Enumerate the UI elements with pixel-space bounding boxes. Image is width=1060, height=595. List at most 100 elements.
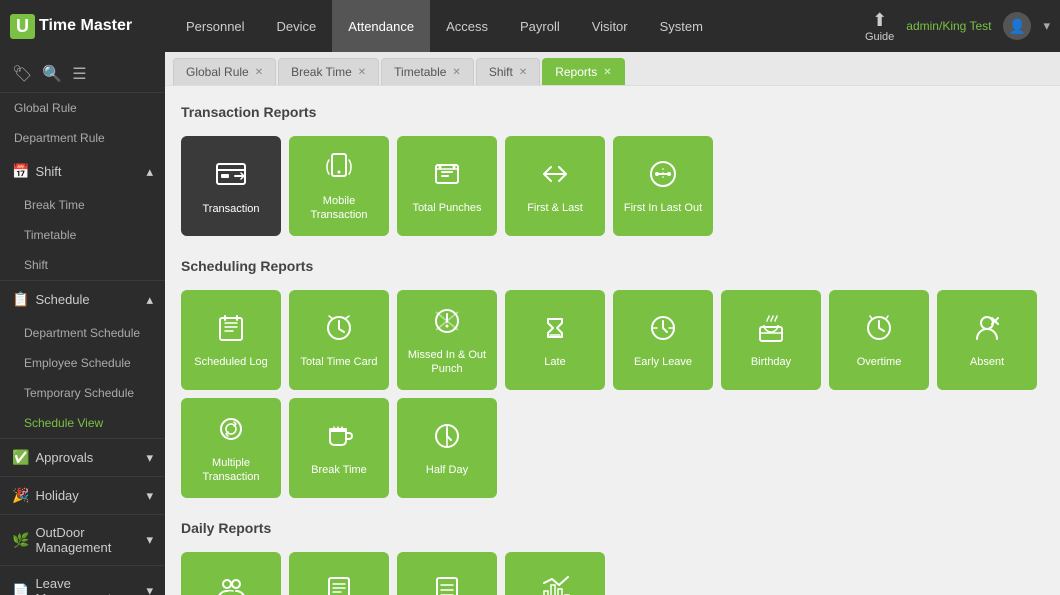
- card-multiple-transaction-label: Multiple Transaction: [189, 457, 273, 483]
- tab-timetable-close[interactable]: ✕: [452, 67, 460, 78]
- card-break-time[interactable]: Break Time: [289, 398, 389, 498]
- nav-right: ⬆ Guide admin/King Test 👤 ▾: [865, 10, 1050, 43]
- total-time-card-icon: [322, 311, 356, 350]
- guide-button[interactable]: ⬆ Guide: [865, 10, 894, 43]
- tabs-bar: Global Rule ✕ Break Time ✕ Timetable ✕ S…: [165, 52, 1060, 86]
- tab-reports[interactable]: Reports ✕: [542, 58, 624, 85]
- card-missed-in-out-label: Missed In & Out Punch: [405, 349, 489, 375]
- daily-cards-grid: Daily Attendance Daily Details: [181, 552, 1044, 595]
- sidebar-item-schedule-view[interactable]: Schedule View: [0, 408, 165, 438]
- sidebar-item-shift[interactable]: Shift: [0, 250, 165, 280]
- menu-icon[interactable]: ☰: [72, 64, 86, 84]
- sidebar-section-leave: 📄 Leave Management ▾: [0, 566, 165, 595]
- tab-global-rule[interactable]: Global Rule ✕: [173, 58, 276, 85]
- tab-break-time-close[interactable]: ✕: [358, 67, 366, 78]
- daily-details-icon: [322, 573, 356, 595]
- card-total-punches[interactable]: Total Punches: [397, 136, 497, 236]
- holiday-label: Holiday: [35, 488, 146, 503]
- nav-system[interactable]: System: [644, 0, 719, 52]
- nav-personnel[interactable]: Personnel: [170, 0, 261, 52]
- shift-arrow: ▴: [146, 164, 153, 180]
- nav-device[interactable]: Device: [261, 0, 333, 52]
- first-last-icon: [538, 157, 572, 196]
- card-birthday-label: Birthday: [751, 356, 791, 369]
- sidebar-item-department-rule[interactable]: Department Rule: [0, 123, 165, 153]
- card-multiple-transaction[interactable]: Multiple Transaction: [181, 398, 281, 498]
- schedule-icon: 📋: [12, 291, 29, 308]
- card-half-day[interactable]: Half Day: [397, 398, 497, 498]
- sidebar-top-icons: 🏷 🔍 ☰: [0, 56, 165, 93]
- sidebar-header-shift[interactable]: 📅 Shift ▴: [0, 153, 165, 190]
- card-scheduled-log-label: Scheduled Log: [194, 356, 267, 369]
- user-avatar[interactable]: 👤: [1003, 12, 1031, 40]
- sidebar-header-outdoor[interactable]: 🌿 OutDoor Management ▾: [0, 515, 165, 565]
- sidebar-item-temp-schedule[interactable]: Temporary Schedule: [0, 378, 165, 408]
- nav-attendance[interactable]: Attendance: [332, 0, 430, 52]
- card-missed-in-out[interactable]: Missed In & Out Punch: [397, 290, 497, 390]
- sidebar-section-approvals: ✅ Approvals ▾: [0, 439, 165, 477]
- schedule-label: Schedule: [35, 292, 146, 307]
- user-info[interactable]: admin/King Test: [906, 19, 991, 33]
- late-icon: [538, 311, 572, 350]
- sidebar-section-outdoor: 🌿 OutDoor Management ▾: [0, 515, 165, 566]
- card-first-last-label: First & Last: [527, 202, 583, 215]
- sidebar-item-break-time[interactable]: Break Time: [0, 190, 165, 220]
- leave-arrow: ▾: [146, 583, 153, 595]
- tab-shift-close[interactable]: ✕: [519, 67, 527, 78]
- card-mobile-transaction[interactable]: Mobile Transaction: [289, 136, 389, 236]
- daily-attendance-icon: [214, 573, 248, 595]
- logo[interactable]: U Time Master: [10, 14, 150, 39]
- sidebar-header-leave[interactable]: 📄 Leave Management ▾: [0, 566, 165, 595]
- leave-label: Leave Management: [35, 576, 146, 595]
- tab-break-time[interactable]: Break Time ✕: [278, 58, 379, 85]
- tab-reports-label: Reports: [555, 65, 597, 79]
- scheduled-log-icon: [214, 311, 248, 350]
- sidebar-item-dept-schedule[interactable]: Department Schedule: [0, 318, 165, 348]
- tab-timetable[interactable]: Timetable ✕: [381, 58, 474, 85]
- tab-break-time-label: Break Time: [291, 65, 352, 79]
- card-daily-details[interactable]: Daily Details: [289, 552, 389, 595]
- search-icon[interactable]: 🔍: [42, 64, 62, 84]
- card-overtime[interactable]: Overtime: [829, 290, 929, 390]
- nav-visitor[interactable]: Visitor: [576, 0, 644, 52]
- sidebar-header-approvals[interactable]: ✅ Approvals ▾: [0, 439, 165, 476]
- card-first-last[interactable]: First & Last: [505, 136, 605, 236]
- nav-payroll[interactable]: Payroll: [504, 0, 576, 52]
- card-daily-status[interactable]: Daily Status: [505, 552, 605, 595]
- reports-content: Transaction Reports Transaction: [165, 86, 1060, 595]
- card-transaction[interactable]: Transaction: [181, 136, 281, 236]
- daily-summary-icon: [430, 573, 464, 595]
- dropdown-arrow[interactable]: ▾: [1043, 18, 1050, 34]
- card-absent[interactable]: Absent: [937, 290, 1037, 390]
- layout: 🏷 🔍 ☰ Global Rule Department Rule 📅 Shif…: [0, 52, 1060, 595]
- tab-shift-label: Shift: [489, 65, 513, 79]
- card-late[interactable]: Late: [505, 290, 605, 390]
- sidebar-item-timetable[interactable]: Timetable: [0, 220, 165, 250]
- sidebar-item-global-rule[interactable]: Global Rule: [0, 93, 165, 123]
- card-total-time-card[interactable]: Total Time Card: [289, 290, 389, 390]
- sidebar-header-schedule[interactable]: 📋 Schedule ▴: [0, 281, 165, 318]
- sidebar-header-holiday[interactable]: 🎉 Holiday ▾: [0, 477, 165, 514]
- card-birthday[interactable]: Birthday: [721, 290, 821, 390]
- card-daily-attendance[interactable]: Daily Attendance: [181, 552, 281, 595]
- tab-global-rule-close[interactable]: ✕: [255, 67, 263, 78]
- nav-access[interactable]: Access: [430, 0, 504, 52]
- logo-text: Time Master: [39, 17, 132, 35]
- schedule-arrow: ▴: [146, 292, 153, 308]
- sidebar-section-schedule: 📋 Schedule ▴ Department Schedule Employe…: [0, 281, 165, 439]
- sidebar-section-holiday: 🎉 Holiday ▾: [0, 477, 165, 515]
- sidebar-section-shift: 📅 Shift ▴ Break Time Timetable Shift: [0, 153, 165, 281]
- scheduling-cards-grid: Scheduled Log Total Time Card: [181, 290, 1044, 498]
- card-early-leave[interactable]: Early Leave: [613, 290, 713, 390]
- transaction-reports-title: Transaction Reports: [181, 98, 1044, 126]
- transaction-icon: [213, 156, 249, 197]
- sidebar-item-emp-schedule[interactable]: Employee Schedule: [0, 348, 165, 378]
- tab-shift[interactable]: Shift ✕: [476, 58, 540, 85]
- card-scheduled-log[interactable]: Scheduled Log: [181, 290, 281, 390]
- holiday-arrow: ▾: [146, 488, 153, 504]
- card-break-time-label: Break Time: [311, 464, 367, 477]
- card-first-in-last-out[interactable]: First In Last Out: [613, 136, 713, 236]
- tab-reports-close[interactable]: ✕: [603, 67, 611, 78]
- card-daily-summary[interactable]: Daily Summary: [397, 552, 497, 595]
- tag-icon[interactable]: 🏷: [12, 64, 32, 84]
